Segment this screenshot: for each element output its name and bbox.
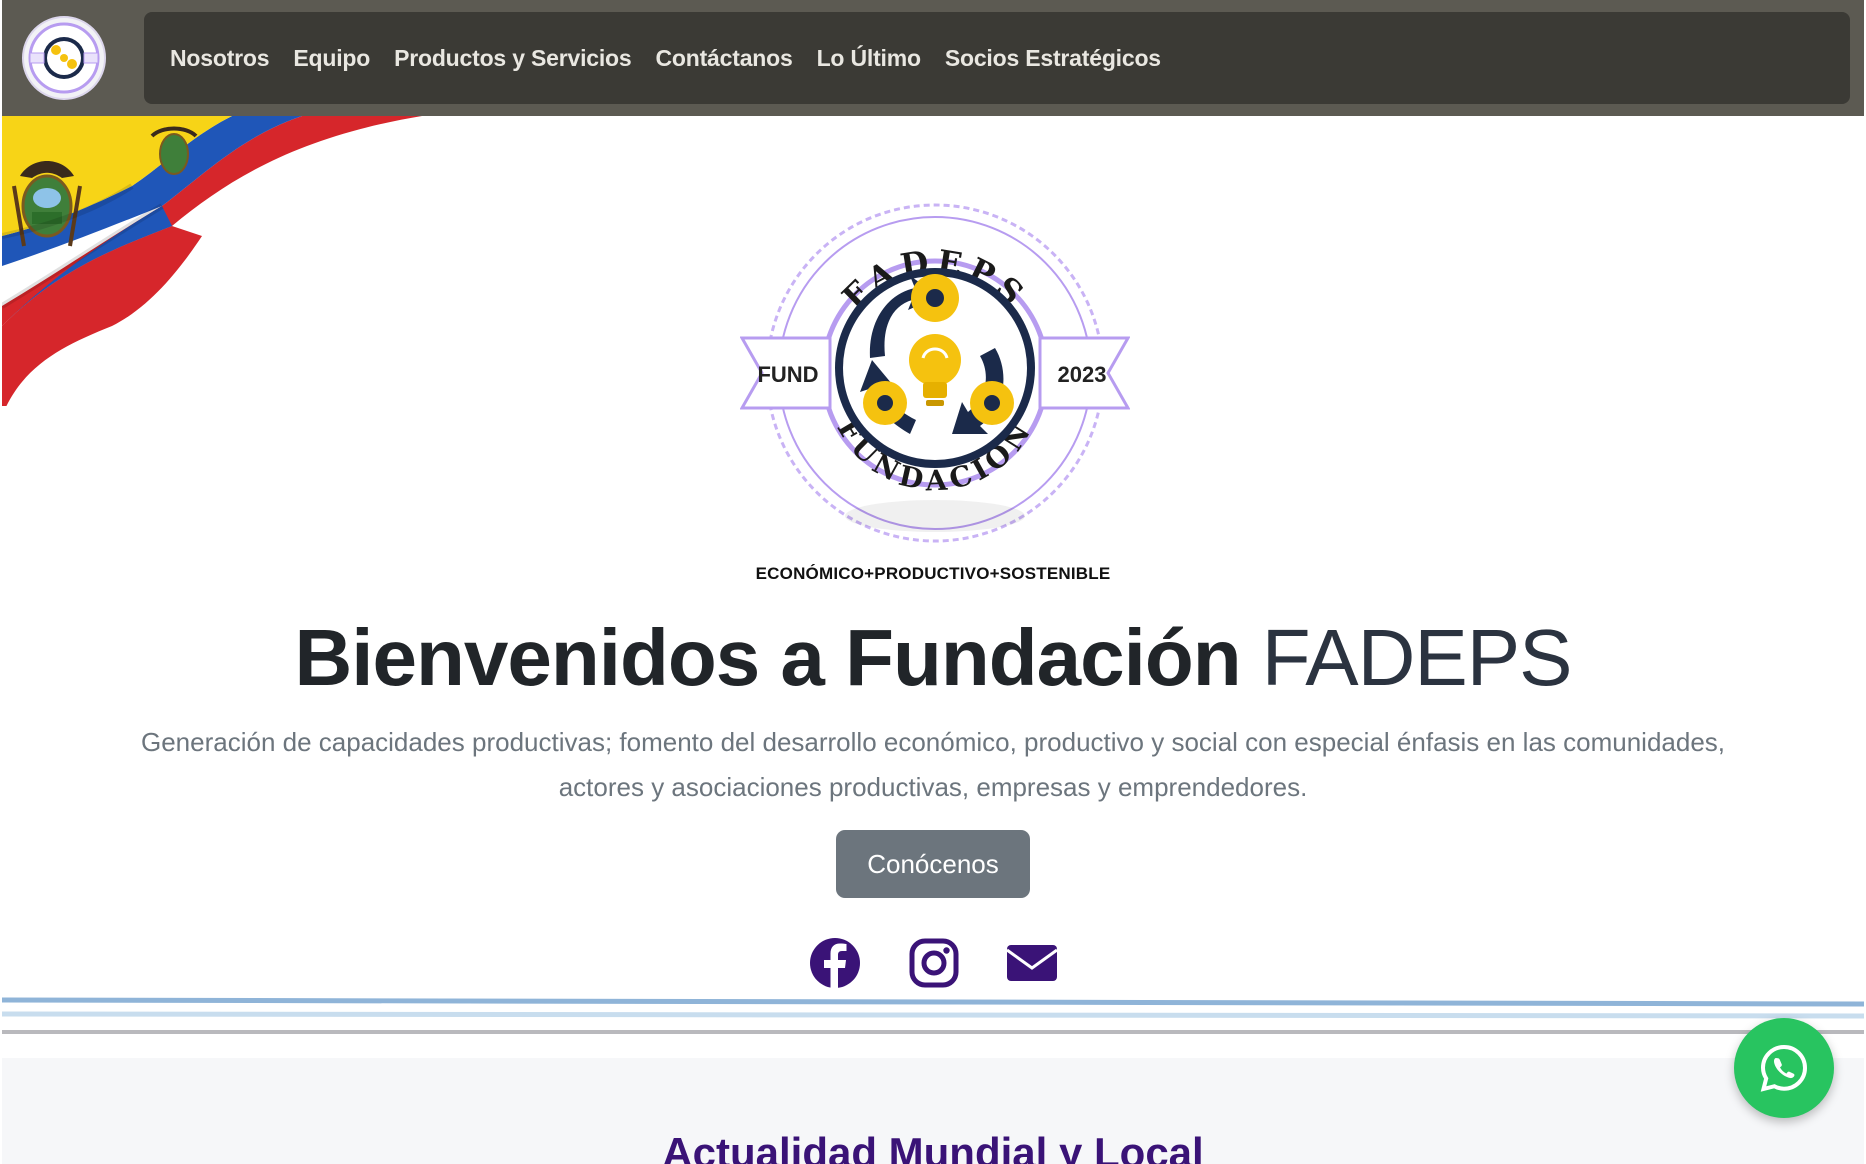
hero-tagline: ECONÓMICO+PRODUCTIVO+SOSTENIBLE [755,564,1111,583]
news-section-title: Actualidad Mundial y Local [662,1129,1204,1164]
ecuador-flag-decoration [2,116,422,406]
facebook-icon[interactable] [808,936,862,990]
nav-contactanos[interactable]: Contáctanos [655,45,792,72]
hero-title-bold: Bienvenidos a Fundación [294,613,1242,702]
whatsapp-icon [1760,1044,1808,1092]
main-navbar: Nosotros Equipo Productos y Servicios Co… [144,12,1850,104]
emblem-year-label: 2023 [1058,362,1107,387]
conocenos-button[interactable]: Conócenos [836,830,1030,898]
nav-equipo[interactable]: Equipo [293,45,370,72]
whatsapp-button[interactable] [1734,1018,1834,1118]
nav-productos-servicios[interactable]: Productos y Servicios [394,45,632,72]
top-header: Nosotros Equipo Productos y Servicios Co… [2,0,1864,116]
hero-title: Bienvenidos a Fundación FADEPS [0,612,1866,704]
logo-emblem-icon [28,22,100,94]
nav-nosotros[interactable]: Nosotros [170,45,270,72]
instagram-icon[interactable] [907,936,961,990]
hero-title-light: FADEPS [1261,613,1573,702]
hero-lead: Generación de capacidades productivas; f… [140,727,1726,802]
site-logo[interactable] [22,16,106,100]
emblem-fund-label: FUND [757,362,818,387]
nav-lo-ultimo[interactable]: Lo Último [817,45,921,72]
email-icon[interactable] [1005,936,1059,990]
fadeps-emblem: FUND 2023 FADEPS FUNDACIÓN [740,203,1130,543]
nav-socios-estrategicos[interactable]: Socios Estratégicos [945,45,1161,72]
wave-divider [2,996,1864,1034]
